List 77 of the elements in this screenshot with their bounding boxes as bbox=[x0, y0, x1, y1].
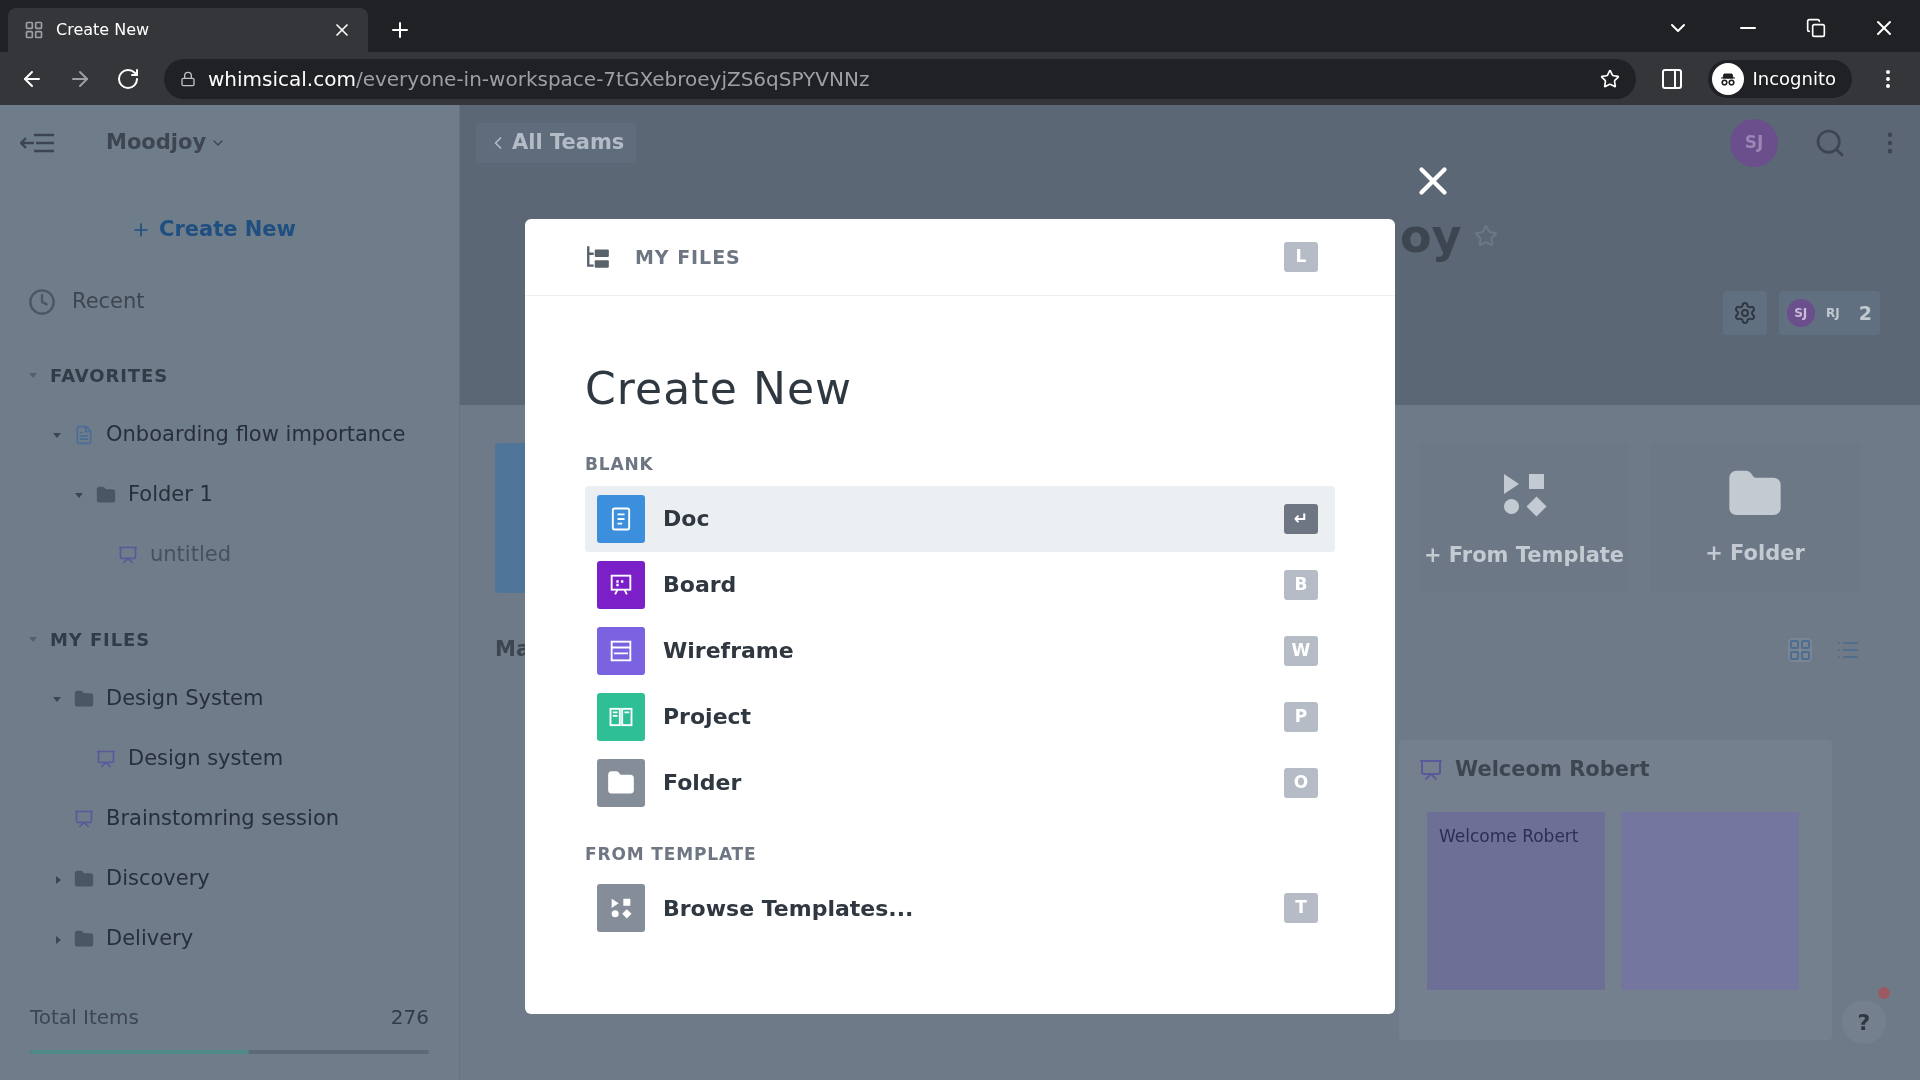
card-label: + Folder bbox=[1705, 540, 1805, 568]
tab-title: Create New bbox=[56, 19, 151, 41]
settings-button[interactable] bbox=[1722, 291, 1767, 335]
member-avatar: RJ bbox=[1824, 305, 1841, 322]
tree-item[interactable]: Design System bbox=[106, 683, 264, 715]
my-files-link[interactable]: MY FILES bbox=[635, 242, 741, 272]
shortcut-key: T bbox=[1284, 893, 1318, 923]
expanded-arrow-icon[interactable] bbox=[52, 694, 64, 704]
document-icon bbox=[597, 494, 645, 543]
address-field[interactable]: whimsical.com/everyone-in-workspace-7tGXebroeyjZS6qSPYVNNz bbox=[164, 58, 1637, 99]
shapes-icon bbox=[597, 884, 645, 932]
restore-icon[interactable] bbox=[1806, 18, 1826, 38]
side-panel-icon[interactable] bbox=[1660, 66, 1685, 91]
folder-icon bbox=[96, 485, 116, 505]
group-heading: BLANK bbox=[585, 453, 655, 476]
columns-icon bbox=[597, 692, 645, 741]
easel-icon bbox=[118, 545, 138, 565]
member-avatar: SJ bbox=[1786, 299, 1815, 327]
tree-item[interactable]: Brainstomring session bbox=[106, 803, 340, 835]
file-title: Welceom Robert bbox=[1455, 756, 1650, 784]
tree-item[interactable]: Discovery bbox=[106, 863, 210, 895]
profile-button[interactable]: Incognito bbox=[1708, 59, 1852, 98]
clock-icon bbox=[28, 288, 56, 316]
folder-icon bbox=[74, 689, 94, 709]
tree-item[interactable]: Folder 1 bbox=[128, 479, 213, 511]
create-option[interactable]: Doc ↵ bbox=[585, 485, 1335, 552]
tree-item[interactable]: Onboarding flow importance bbox=[106, 419, 406, 451]
total-items-count: 276 bbox=[390, 1004, 429, 1031]
bookmark-star-icon[interactable] bbox=[1600, 68, 1621, 89]
tree-item[interactable]: Design system bbox=[128, 743, 284, 775]
incognito-icon bbox=[1712, 62, 1745, 95]
folder-icon bbox=[74, 869, 94, 889]
expanded-arrow-icon[interactable] bbox=[74, 490, 86, 500]
tree-item[interactable]: Delivery bbox=[106, 923, 194, 955]
shortcut-key: O bbox=[1284, 767, 1318, 798]
shortcut-key: B bbox=[1284, 569, 1318, 600]
dialog-title: Create New bbox=[585, 362, 854, 416]
shortcut-key: W bbox=[1284, 635, 1318, 666]
collapse-sidebar-icon[interactable] bbox=[20, 131, 56, 155]
help-button[interactable]: ? bbox=[1842, 1000, 1886, 1044]
page-icon bbox=[24, 20, 44, 40]
easel-icon bbox=[96, 749, 116, 769]
total-items-label: Total Items bbox=[30, 1004, 139, 1031]
members-button[interactable]: SJ RJ 2 bbox=[1778, 291, 1880, 335]
workspace-menu[interactable]: Moodjoy bbox=[106, 127, 227, 159]
group-heading: FROM TEMPLATE bbox=[585, 842, 758, 866]
section-arrow-icon[interactable] bbox=[28, 370, 38, 380]
file-card[interactable]: Welceom Robert Welcome Robert bbox=[1399, 740, 1832, 1040]
reload-icon[interactable] bbox=[116, 66, 140, 91]
section-heading: MY FILES bbox=[50, 627, 151, 652]
card-label: + From Template bbox=[1423, 542, 1625, 570]
folder-icon bbox=[597, 758, 645, 807]
shortcut-key: P bbox=[1284, 701, 1318, 732]
grid-view-icon[interactable] bbox=[1788, 638, 1812, 662]
document-icon bbox=[74, 425, 94, 445]
search-icon[interactable] bbox=[1814, 127, 1846, 159]
sticky-text: Welcome Robert bbox=[1439, 826, 1579, 846]
all-teams-link[interactable]: All Teams bbox=[476, 123, 637, 163]
section-arrow-icon[interactable] bbox=[28, 634, 38, 644]
easel-icon bbox=[597, 560, 645, 609]
recent-link[interactable]: Recent bbox=[72, 286, 145, 318]
collapsed-arrow-icon[interactable] bbox=[53, 873, 63, 885]
expanded-arrow-icon[interactable] bbox=[52, 430, 64, 440]
folder-icon bbox=[74, 929, 94, 949]
shortcut-key: L bbox=[1284, 242, 1318, 272]
shortcut-key: ↵ bbox=[1284, 503, 1318, 534]
collapsed-arrow-icon[interactable] bbox=[53, 933, 63, 945]
easel-icon bbox=[74, 809, 94, 829]
create-new-button[interactable]: Create New bbox=[131, 214, 296, 246]
file-tree-icon bbox=[585, 244, 611, 270]
section-heading: FAVORITES bbox=[50, 363, 169, 388]
gear-icon bbox=[1732, 301, 1757, 325]
lock-icon bbox=[180, 70, 196, 87]
member-count: 2 bbox=[1858, 300, 1872, 326]
window-icon bbox=[597, 626, 645, 675]
browser-tab[interactable]: Create New bbox=[8, 8, 368, 52]
easel-icon bbox=[1419, 758, 1443, 782]
